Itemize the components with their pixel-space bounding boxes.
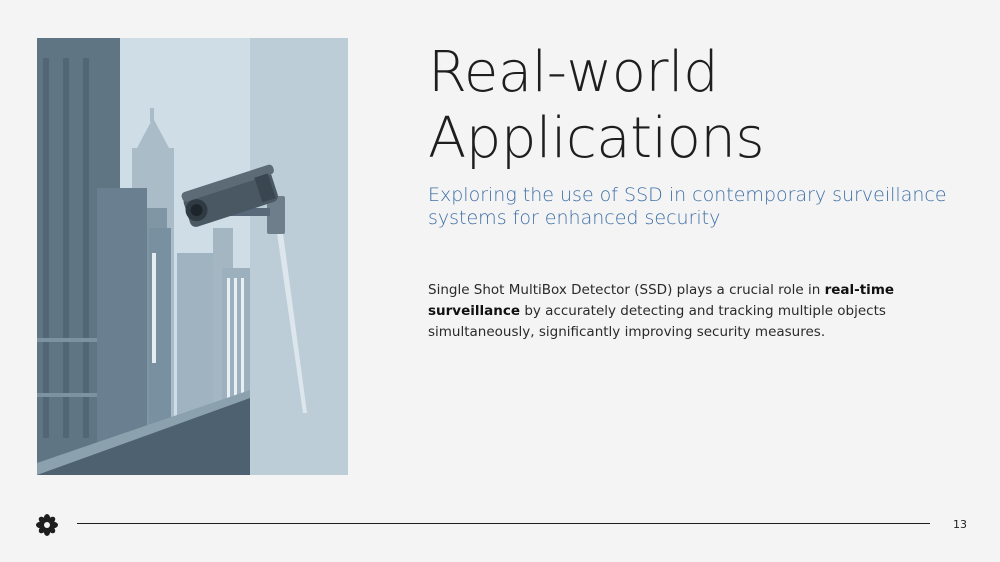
surveillance-camera-illustration <box>37 38 348 475</box>
body-bold-real-time: real-time <box>824 282 895 298</box>
slide-title: Real-world Applications <box>428 40 968 172</box>
title-line-2: Applications <box>428 106 765 171</box>
slide-body-text: Single Shot MultiBox Detector (SSD) play… <box>428 280 928 343</box>
city-camera-image <box>37 38 348 475</box>
page-number: 13 <box>953 518 967 531</box>
slide-subtitle: Exploring the use of SSD in contemporary… <box>428 184 947 229</box>
footer-divider <box>77 523 930 524</box>
asterisk-flower-icon <box>35 513 59 537</box>
slide: Real-world Applications Exploring the us… <box>0 0 1000 562</box>
title-line-1: Real-world <box>428 40 719 105</box>
body-bold-surveillance: surveillance <box>428 303 521 319</box>
body-intro: Single Shot MultiBox Detector (SSD) play… <box>428 282 825 298</box>
